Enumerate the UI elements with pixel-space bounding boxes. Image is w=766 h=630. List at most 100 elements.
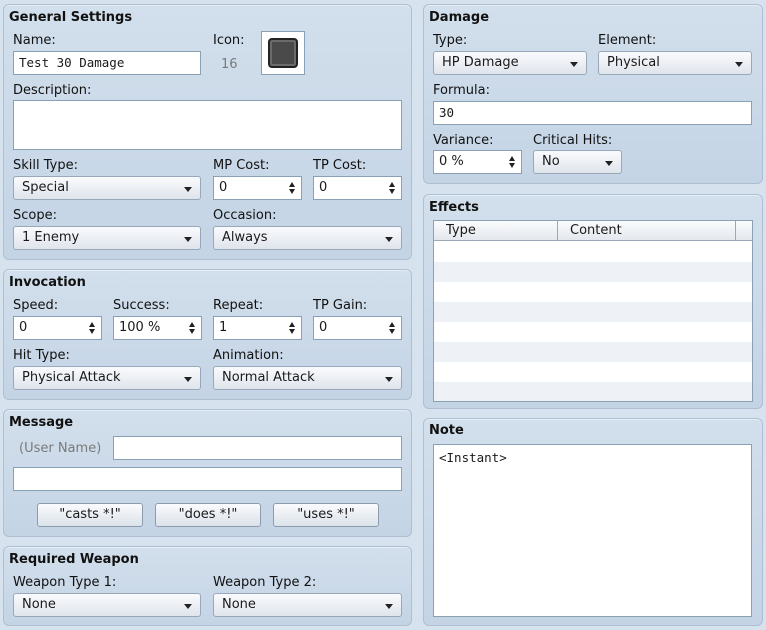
repeat-stepper[interactable]: 1 bbox=[213, 316, 302, 340]
speed-label: Speed: bbox=[13, 298, 59, 313]
table-row[interactable] bbox=[434, 322, 752, 342]
spin-down-icon[interactable] bbox=[289, 189, 295, 194]
damage-type-select[interactable]: HP Damage bbox=[433, 51, 587, 75]
damage-title: Damage bbox=[429, 10, 490, 25]
formula-input[interactable]: 30 bbox=[433, 101, 752, 125]
casts-button[interactable]: "casts *!" bbox=[37, 503, 143, 527]
general-settings-title: General Settings bbox=[9, 10, 133, 25]
weapon-type1-label: Weapon Type 1: bbox=[13, 575, 117, 590]
critical-hits-label: Critical Hits: bbox=[533, 133, 613, 148]
element-label: Element: bbox=[598, 33, 657, 48]
occasion-select[interactable]: Always bbox=[213, 226, 402, 250]
weapon-type1-select[interactable]: None bbox=[13, 593, 201, 617]
spin-down-icon[interactable] bbox=[389, 189, 395, 194]
damage-type-label: Type: bbox=[433, 33, 468, 48]
chevron-down-icon bbox=[735, 62, 743, 67]
spin-down-icon[interactable] bbox=[509, 163, 515, 168]
skill-type-value: Special bbox=[22, 180, 69, 195]
weapon-type2-label: Weapon Type 2: bbox=[213, 575, 317, 590]
variance-value: 0 % bbox=[439, 154, 464, 169]
spin-up-icon[interactable] bbox=[289, 322, 295, 327]
spin-down-icon[interactable] bbox=[189, 329, 195, 334]
note-textarea[interactable]: <Instant> bbox=[433, 444, 752, 617]
table-row[interactable] bbox=[434, 362, 752, 382]
tp-gain-stepper[interactable]: 0 bbox=[313, 316, 402, 340]
animation-select[interactable]: Normal Attack bbox=[213, 366, 402, 390]
icon-picker[interactable] bbox=[261, 31, 305, 75]
effects-table[interactable]: Type Content bbox=[433, 220, 753, 402]
variance-label: Variance: bbox=[433, 133, 494, 148]
name-input[interactable]: Test 30 Damage bbox=[13, 51, 201, 75]
repeat-value: 1 bbox=[219, 320, 228, 335]
note-title: Note bbox=[429, 423, 464, 438]
animation-label: Animation: bbox=[213, 348, 284, 363]
effects-table-header: Type Content bbox=[434, 221, 752, 241]
message-line2-input[interactable] bbox=[13, 467, 402, 491]
spin-up-icon[interactable] bbox=[509, 156, 515, 161]
occasion-label: Occasion: bbox=[213, 208, 277, 223]
tp-cost-value: 0 bbox=[319, 180, 328, 195]
hit-type-select[interactable]: Physical Attack bbox=[13, 366, 201, 390]
tp-cost-label: TP Cost: bbox=[313, 158, 367, 173]
spin-down-icon[interactable] bbox=[289, 329, 295, 334]
uses-button[interactable]: "uses *!" bbox=[273, 503, 379, 527]
table-row[interactable] bbox=[434, 242, 752, 262]
message-line1-input[interactable] bbox=[113, 436, 402, 460]
speed-stepper[interactable]: 0 bbox=[13, 316, 102, 340]
mp-cost-value: 0 bbox=[219, 180, 228, 195]
effects-title: Effects bbox=[429, 200, 479, 215]
critical-hits-select[interactable]: No bbox=[533, 150, 622, 174]
chevron-down-icon bbox=[385, 604, 393, 609]
element-select[interactable]: Physical bbox=[598, 51, 752, 75]
table-row[interactable] bbox=[434, 302, 752, 322]
speed-value: 0 bbox=[19, 320, 28, 335]
chevron-down-icon bbox=[385, 237, 393, 242]
weapon-type2-select[interactable]: None bbox=[213, 593, 402, 617]
chevron-down-icon bbox=[184, 187, 192, 192]
icon-label: Icon: bbox=[213, 33, 245, 48]
chevron-down-icon bbox=[570, 62, 578, 67]
description-label: Description: bbox=[13, 83, 92, 98]
description-input[interactable] bbox=[13, 100, 402, 150]
hit-type-label: Hit Type: bbox=[13, 348, 70, 363]
spin-up-icon[interactable] bbox=[389, 322, 395, 327]
spin-down-icon[interactable] bbox=[89, 329, 95, 334]
damage-type-value: HP Damage bbox=[442, 55, 519, 70]
table-row[interactable] bbox=[434, 262, 752, 282]
column-header-content[interactable]: Content bbox=[558, 221, 736, 241]
table-row[interactable] bbox=[434, 382, 752, 401]
user-name-label: (User Name) bbox=[19, 441, 102, 456]
repeat-label: Repeat: bbox=[213, 298, 264, 313]
weapon-type1-value: None bbox=[22, 597, 56, 612]
chevron-down-icon bbox=[184, 377, 192, 382]
success-stepper[interactable]: 100 % bbox=[113, 316, 202, 340]
hit-type-value: Physical Attack bbox=[22, 370, 121, 385]
mp-cost-label: MP Cost: bbox=[213, 158, 270, 173]
spin-up-icon[interactable] bbox=[189, 322, 195, 327]
mp-cost-stepper[interactable]: 0 bbox=[213, 176, 302, 200]
spin-up-icon[interactable] bbox=[289, 182, 295, 187]
table-row[interactable] bbox=[434, 342, 752, 362]
chevron-down-icon bbox=[605, 161, 613, 166]
scope-select[interactable]: 1 Enemy bbox=[13, 226, 201, 250]
does-button[interactable]: "does *!" bbox=[155, 503, 261, 527]
message-title: Message bbox=[9, 415, 74, 430]
element-value: Physical bbox=[607, 55, 660, 70]
tp-gain-value: 0 bbox=[319, 320, 328, 335]
critical-hits-value: No bbox=[542, 154, 560, 169]
tp-cost-stepper[interactable]: 0 bbox=[313, 176, 402, 200]
spin-up-icon[interactable] bbox=[89, 322, 95, 327]
skill-type-label: Skill Type: bbox=[13, 158, 78, 173]
skill-type-select[interactable]: Special bbox=[13, 176, 201, 200]
variance-stepper[interactable]: 0 % bbox=[433, 150, 522, 174]
table-row[interactable] bbox=[434, 282, 752, 302]
scope-value: 1 Enemy bbox=[22, 230, 80, 245]
scope-label: Scope: bbox=[13, 208, 57, 223]
icon-index: 16 bbox=[221, 57, 238, 72]
name-label: Name: bbox=[13, 33, 56, 48]
animation-value: Normal Attack bbox=[222, 370, 315, 385]
invocation-title: Invocation bbox=[9, 275, 86, 290]
spin-up-icon[interactable] bbox=[389, 182, 395, 187]
column-header-type[interactable]: Type bbox=[434, 221, 558, 241]
spin-down-icon[interactable] bbox=[389, 329, 395, 334]
